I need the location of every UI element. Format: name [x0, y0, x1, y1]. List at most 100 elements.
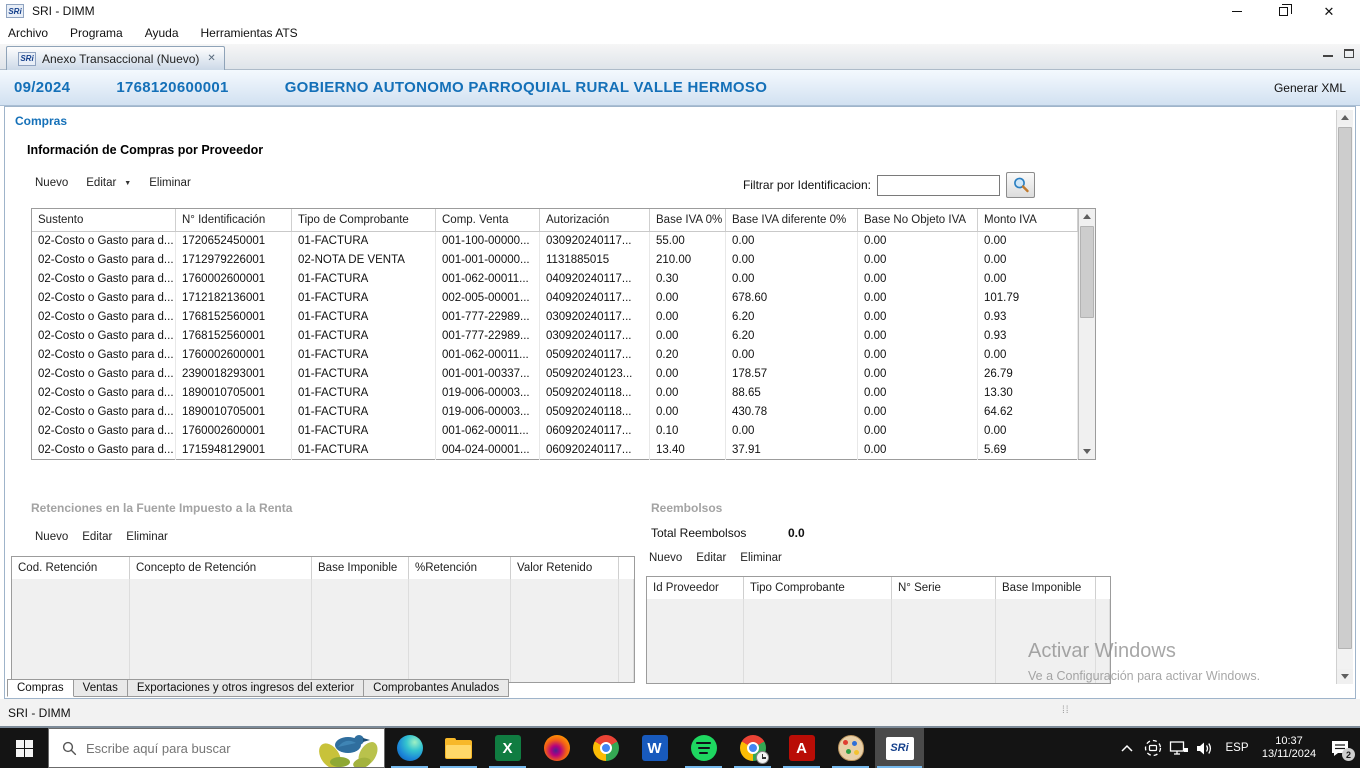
table-row[interactable]: 02-Costo o Gasto para d... 2390018293001 0…: [32, 365, 1078, 384]
taskbar-app-sri[interactable]: SRi: [875, 728, 924, 768]
cell: 02-Costo o Gasto para d...: [32, 289, 176, 308]
tab-close-icon[interactable]: ✕: [207, 53, 215, 64]
editar-dropdown-icon[interactable]: ▼: [124, 180, 131, 187]
eliminar-button[interactable]: Eliminar: [149, 177, 191, 189]
panel-scrollbar-thumb[interactable]: [1338, 127, 1352, 649]
taskbar-app-excel[interactable]: X: [483, 728, 532, 768]
generar-xml-button[interactable]: Generar XML: [1274, 81, 1346, 95]
tray-network-button[interactable]: [1166, 728, 1192, 768]
minimize-button[interactable]: [1214, 0, 1260, 22]
panel-scroll-down-icon[interactable]: [1337, 669, 1353, 684]
close-button[interactable]: ✕: [1306, 0, 1352, 22]
cell: 001-777-22989...: [436, 327, 540, 346]
cell: 88.65: [726, 384, 858, 403]
search-icon: [1013, 177, 1029, 193]
view-maximize-icon[interactable]: [1344, 49, 1354, 58]
scroll-down-icon[interactable]: [1079, 444, 1095, 459]
taskbar-app-chrome[interactable]: [581, 728, 630, 768]
start-button[interactable]: [0, 728, 48, 768]
taskbar-app-firefox[interactable]: [532, 728, 581, 768]
tray-volume-button[interactable]: [1192, 728, 1218, 768]
table-row[interactable]: 02-Costo o Gasto para d... 1890010705001 0…: [32, 384, 1078, 403]
status-bar: SRI - DIMM ⁞⁞: [0, 699, 1360, 728]
tab-label: Anexo Transaccional (Nuevo): [42, 51, 200, 66]
table-row[interactable]: 02-Costo o Gasto para d... 1760002600001 0…: [32, 346, 1078, 365]
retenciones-toolbar: Nuevo Editar Eliminar: [35, 531, 168, 543]
taskbar-app-spotify[interactable]: [679, 728, 728, 768]
speaker-icon: [1197, 742, 1212, 754]
filter-search-button[interactable]: [1006, 172, 1035, 198]
taskbar-app-paint[interactable]: [826, 728, 875, 768]
section-tab-comprobantes[interactable]: Comprobantes Anulados: [364, 679, 510, 697]
ret-nuevo-button[interactable]: Nuevo: [35, 531, 68, 543]
filter-input[interactable]: [877, 174, 1000, 196]
panel-scrollbar[interactable]: [1336, 110, 1353, 684]
taskbar-app-file-explorer[interactable]: [434, 728, 483, 768]
cell: 0.00: [726, 422, 858, 441]
table-row[interactable]: 02-Costo o Gasto para d... 1760002600001 0…: [32, 422, 1078, 441]
reemb-eliminar-button[interactable]: Eliminar: [740, 552, 782, 564]
table-row[interactable]: 02-Costo o Gasto para d... 1890010705001 0…: [32, 403, 1078, 422]
table-row[interactable]: 02-Costo o Gasto para d... 1715948129001 0…: [32, 441, 1078, 460]
menu-item-archivo[interactable]: Archivo: [8, 26, 48, 40]
tray-chevron-button[interactable]: [1114, 728, 1140, 768]
table-row[interactable]: 02-Costo o Gasto para d... 1712182136001 0…: [32, 289, 1078, 308]
tray-clock[interactable]: 10:37 13/11/2024: [1256, 728, 1322, 768]
notification-center-button[interactable]: 2: [1322, 728, 1358, 768]
taskbar-app-acrobat[interactable]: A: [777, 728, 826, 768]
taskbar-app-word[interactable]: W: [630, 728, 679, 768]
taskbar-app-edge[interactable]: [385, 728, 434, 768]
taskbar-search[interactable]: [48, 728, 385, 768]
cell: 1890010705001: [176, 384, 292, 403]
search-input[interactable]: [86, 740, 276, 756]
restore-icon: [1278, 3, 1292, 16]
scroll-up-icon[interactable]: [1079, 209, 1095, 224]
table-row[interactable]: 02-Costo o Gasto para d... 1720652450001 0…: [32, 232, 1078, 251]
editar-button[interactable]: Editar ▼: [86, 177, 131, 189]
section-tab-exportaciones[interactable]: Exportaciones y otros ingresos del exter…: [127, 679, 365, 697]
menu-item-herramientas-ats[interactable]: Herramientas ATS: [201, 26, 298, 40]
view-minimize-icon[interactable]: [1323, 49, 1334, 58]
section-tab-compras[interactable]: Compras: [7, 679, 74, 697]
table-row[interactable]: 02-Costo o Gasto para d... 1768152560001 0…: [32, 327, 1078, 346]
system-tray: ESP 10:37 13/11/2024 2: [1114, 728, 1358, 768]
taskbar-app-chrome-profile[interactable]: [728, 728, 777, 768]
cell: 0.00: [978, 232, 1078, 251]
restore-button[interactable]: [1260, 0, 1306, 22]
menu-item-ayuda[interactable]: Ayuda: [145, 26, 179, 40]
taskbar: X W A SRi: [0, 728, 1360, 768]
cell: 0.10: [650, 422, 726, 441]
table-row[interactable]: 02-Costo o Gasto para d... 1712979226001 0…: [32, 251, 1078, 270]
tab-anexo-transaccional[interactable]: SRi Anexo Transaccional (Nuevo) ✕: [6, 46, 225, 70]
panel-scroll-up-icon[interactable]: [1337, 110, 1353, 125]
ret-eliminar-button[interactable]: Eliminar: [126, 531, 168, 543]
section-tab-ventas[interactable]: Ventas: [73, 679, 128, 697]
menu-item-programa[interactable]: Programa: [70, 26, 123, 40]
cell: 0.00: [726, 270, 858, 289]
nuevo-button[interactable]: Nuevo: [35, 177, 68, 189]
tray-capture-button[interactable]: [1140, 728, 1166, 768]
reemb-nuevo-button[interactable]: Nuevo: [649, 552, 682, 564]
ret-editar-button[interactable]: Editar: [82, 531, 112, 543]
table-row[interactable]: 02-Costo o Gasto para d... 1768152560001 0…: [32, 308, 1078, 327]
scrollbar-thumb[interactable]: [1080, 226, 1094, 318]
window-title: SRI - DIMM: [32, 4, 95, 18]
retenciones-title: Retenciones en la Fuente Impuesto a la R…: [31, 501, 293, 515]
cell: 0.00: [858, 327, 978, 346]
cell: 0.00: [978, 251, 1078, 270]
cell: 01-FACTURA: [292, 308, 436, 327]
compras-table-scrollbar[interactable]: [1078, 209, 1095, 459]
tray-language[interactable]: ESP: [1218, 728, 1256, 768]
cell: 0.00: [858, 441, 978, 460]
cell: 004-024-00001...: [436, 441, 540, 460]
column-line: [511, 579, 619, 682]
minimize-icon: [1232, 10, 1242, 12]
reemb-editar-button[interactable]: Editar: [696, 552, 726, 564]
cell: 060920240117...: [540, 422, 650, 441]
cell: 050920240118...: [540, 384, 650, 403]
cell: 5.69: [978, 441, 1078, 460]
cell: 01-FACTURA: [292, 327, 436, 346]
table-row[interactable]: 02-Costo o Gasto para d... 1760002600001 0…: [32, 270, 1078, 289]
cell: 6.20: [726, 327, 858, 346]
cell: 040920240117...: [540, 289, 650, 308]
